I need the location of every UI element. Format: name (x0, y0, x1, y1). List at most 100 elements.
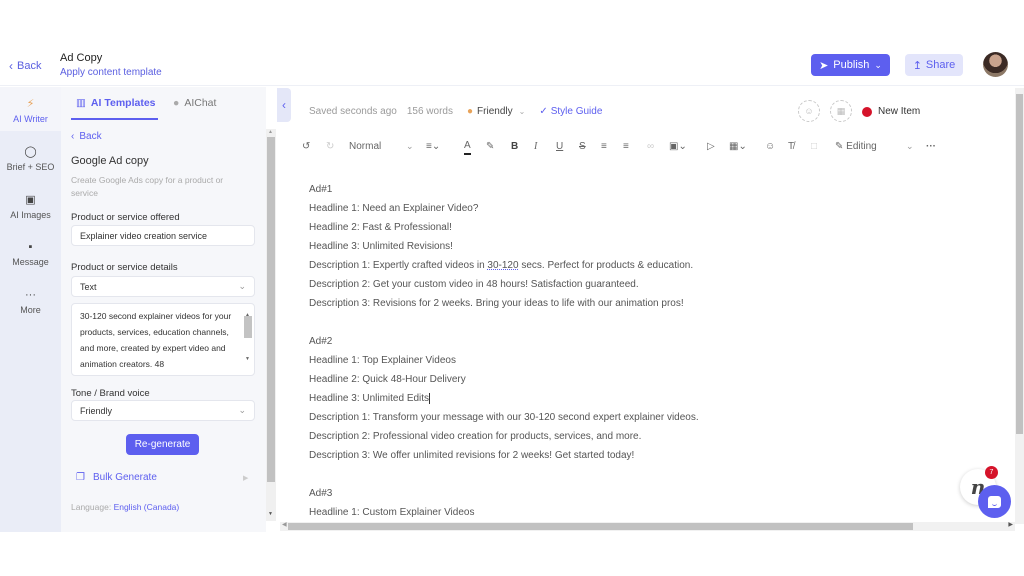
chevron-down-icon[interactable]: ⌄ (906, 137, 914, 155)
horizontal-scroll-thumb[interactable] (288, 523, 913, 530)
underline-icon[interactable]: U (556, 137, 563, 155)
chat-icon (988, 495, 1001, 508)
bolt-icon: ⚡ (26, 98, 35, 110)
editor-horizontal-scrollbar[interactable]: ◀ ▶ (280, 522, 1015, 531)
panel-tabs: ▥ AI Templates ● AIChat (61, 87, 266, 120)
product-label: Product or service offered (71, 212, 180, 223)
publish-button[interactable]: ➤ Publish ⌄ (811, 54, 890, 76)
publish-label: Publish (833, 59, 870, 71)
emoji-icon[interactable]: ☺ (765, 137, 775, 155)
rail-item-ai-images[interactable]: ▣ AI Images (0, 193, 61, 220)
ad-title: Ad#1 (309, 184, 333, 195)
rail-item-brief-seo[interactable]: ◯ Brief + SEO (0, 145, 61, 172)
status-selector[interactable]: New Item (862, 106, 920, 117)
rail-label: AI Images (10, 210, 51, 220)
chevron-down-icon: ⌄ (874, 59, 882, 70)
ad-line-with-caret: Headline 3: Unlimited Edits (309, 392, 999, 411)
collapse-panel-button[interactable]: ‹ (277, 88, 291, 122)
title-block: Ad Copy Apply content template (60, 52, 162, 78)
share-label: Share (925, 59, 956, 71)
ad-title: Ad#2 (309, 336, 333, 347)
image-icon: ▣ (25, 194, 36, 206)
image-insert-icon[interactable]: ▣⌄ (669, 137, 687, 155)
ad-line: Headline 2: Fast & Professional! (309, 222, 452, 233)
tone-select[interactable]: Friendly ⌄ (71, 400, 255, 421)
tab-ai-templates[interactable]: ▥ AI Templates (76, 97, 156, 109)
language-value-link[interactable]: English (Canada) (114, 502, 180, 512)
add-user-icon: ☺ (804, 106, 814, 116)
comment-icon[interactable]: □ (811, 137, 817, 155)
undo-icon[interactable]: ↺ (302, 137, 310, 155)
chevron-down-icon: ⌄ (238, 281, 246, 291)
ad-line: Headline 1: Need an Explainer Video? (309, 203, 479, 214)
page-title: Ad Copy (60, 52, 103, 64)
template-panel: ▥ AI Templates ● AIChat ‹ Back Google Ad… (61, 87, 266, 532)
tab-label: AIChat (184, 97, 217, 109)
chevron-left-icon: ‹ (71, 131, 75, 142)
chevron-down-icon[interactable]: ⌄ (406, 137, 414, 155)
link-icon[interactable]: ∞ (647, 137, 654, 155)
bullet-list-icon[interactable]: ≡ (601, 137, 607, 155)
style-guide-button[interactable]: ✓ Style Guide (539, 106, 602, 117)
rail-item-more[interactable]: ··· More (0, 289, 61, 315)
back-button[interactable]: ‹ Back (9, 59, 41, 73)
editing-mode-select[interactable]: ✎ Editing (835, 137, 877, 155)
redo-icon[interactable]: ↻ (326, 137, 334, 155)
numbered-list-icon[interactable]: ≡ (623, 137, 629, 155)
add-assignee-button[interactable]: ☺ (798, 100, 820, 122)
font-color-icon[interactable]: A (464, 137, 471, 155)
tab-aichat[interactable]: ● AIChat (173, 97, 216, 109)
share-button[interactable]: ↥ Share (905, 54, 963, 76)
scroll-right-icon: ▶ (1008, 522, 1013, 528)
calendar-icon: ▦ (836, 105, 846, 116)
textarea-scrollbar[interactable]: ▲ ▼ (244, 307, 252, 373)
top-header: ‹ Back Ad Copy Apply content template ➤ … (0, 44, 1024, 86)
table-icon[interactable]: ▦⌄ (729, 137, 747, 155)
product-input[interactable]: Explainer video creation service (71, 225, 255, 246)
crosshair-icon: ◯ (24, 146, 37, 158)
bold-icon[interactable]: B (511, 137, 518, 155)
rail-item-message[interactable]: ▪ Message (0, 241, 61, 267)
textarea-scroll-thumb[interactable] (244, 316, 252, 338)
document-body[interactable]: Ad#1 Headline 1: Need an Explainer Video… (309, 183, 999, 523)
language-setting: Language: English (Canada) (71, 502, 179, 512)
editor-vertical-scrollbar[interactable] (1015, 88, 1024, 524)
details-textarea[interactable]: 30-120 second explainer videos for your … (71, 303, 255, 376)
ad-line: Headline 1: Custom Explainer Videos (309, 507, 475, 518)
play-arrow-icon: ▶ (243, 475, 249, 482)
spellcheck-marker[interactable]: 30-120 (487, 260, 518, 271)
align-icon[interactable]: ≡⌄ (426, 137, 440, 155)
highlight-icon[interactable]: ✎ (486, 137, 494, 155)
more-options-icon[interactable]: ··· (926, 137, 936, 155)
rail-item-ai-writer[interactable]: ⚡ AI Writer (0, 87, 61, 131)
support-chat-button[interactable] (978, 485, 1011, 518)
ad-line: Description 3: Revisions for 2 weeks. Br… (309, 298, 684, 309)
clear-format-icon[interactable]: T̸ (788, 137, 794, 155)
due-date-button[interactable]: ▦ (830, 100, 852, 122)
chat-bubbles-icon: ● (173, 97, 180, 109)
saved-status: Saved seconds ago (309, 106, 397, 117)
italic-icon[interactable]: I (534, 137, 537, 155)
tone-label: Tone / Brand voice (71, 388, 150, 399)
play-icon[interactable]: ▷ (707, 137, 715, 155)
back-label: Back (17, 60, 42, 72)
panel-back-button[interactable]: ‹ Back (71, 131, 102, 142)
ad-line: Description 2: Professional video creati… (309, 431, 642, 442)
tone-dropdown-label: Friendly (477, 106, 513, 117)
status-label: New Item (878, 106, 921, 117)
apply-template-link[interactable]: Apply content template (60, 67, 162, 78)
user-avatar[interactable] (983, 52, 1008, 77)
strikethrough-icon[interactable]: S (579, 137, 586, 155)
bulk-generate-button[interactable]: ❐ Bulk Generate (76, 472, 157, 483)
panel-scroll-thumb[interactable] (267, 137, 275, 482)
ad-title: Ad#3 (309, 488, 333, 499)
paragraph-style-select[interactable]: Normal (349, 137, 381, 155)
regenerate-button[interactable]: Re-generate (126, 434, 199, 455)
copy-icon: ❐ (76, 472, 85, 483)
ad-line: Description 2: Get your custom video in … (309, 279, 639, 290)
tone-dropdown[interactable]: ● Friendly ⌄ (467, 106, 525, 117)
word-count: 156 words (406, 106, 453, 117)
panel-scrollbar[interactable]: ▲ ▼ (266, 129, 276, 521)
editor-scroll-thumb[interactable] (1016, 94, 1023, 434)
details-type-select[interactable]: Text ⌄ (71, 276, 255, 297)
